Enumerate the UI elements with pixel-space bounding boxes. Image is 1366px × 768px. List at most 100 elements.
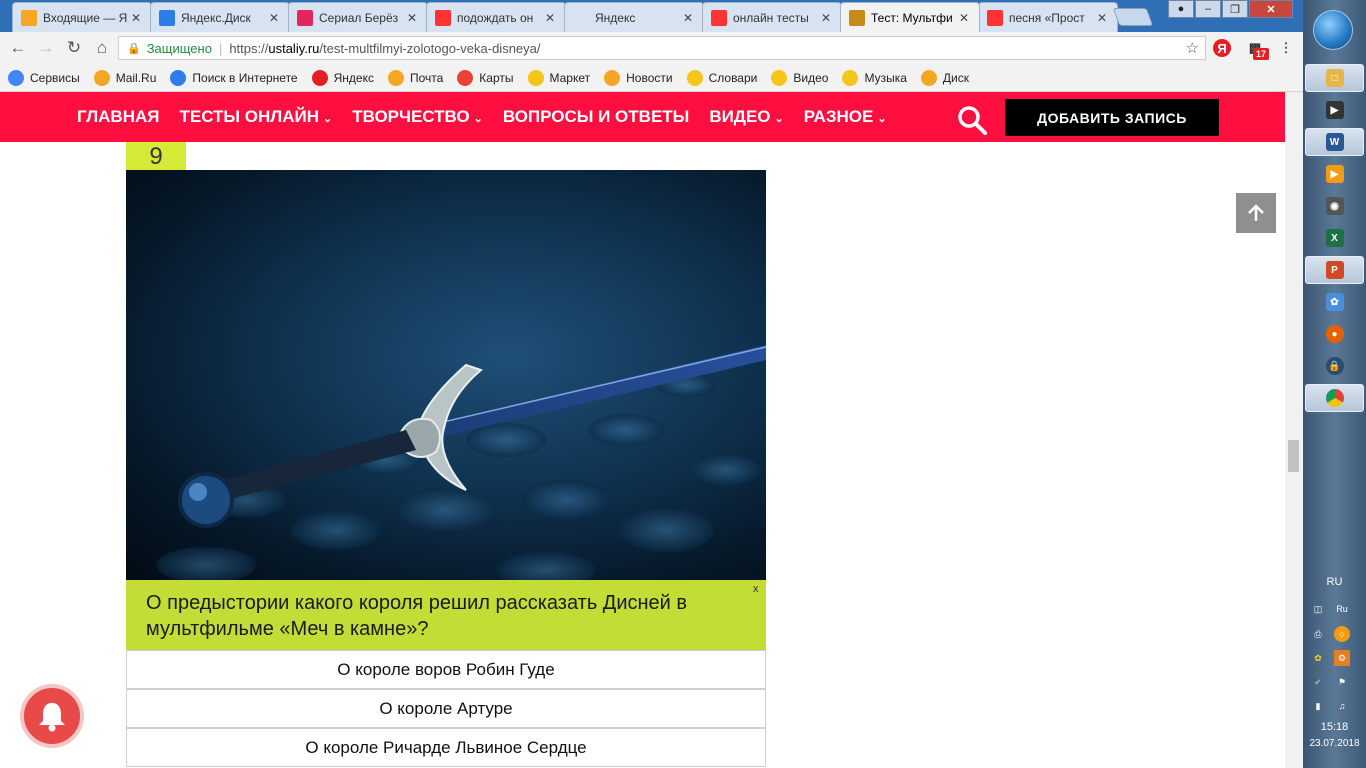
minimize-button[interactable]: – [1195,0,1221,18]
search-icon[interactable] [957,105,987,135]
powerpoint-taskbar-icon[interactable]: P [1305,256,1364,284]
bookmark-item[interactable]: Словари [686,69,757,86]
close-tab-icon[interactable]: ✕ [681,11,695,25]
media-taskbar-icon[interactable]: ▶ [1305,96,1364,124]
bookmark-item[interactable]: Новости [604,69,673,86]
close-tab-icon[interactable]: ✕ [957,11,971,25]
chrome-taskbar-icon[interactable] [1305,384,1364,412]
bookmark-item[interactable]: Почта [387,69,443,86]
google-icon [457,69,474,86]
bookmark-item[interactable]: Музыка [842,69,907,86]
forward-icon[interactable]: → [32,34,60,62]
bookmark-label: Диск [942,70,969,85]
bookmark-item[interactable]: Сервисы [8,69,80,86]
close-tab-icon[interactable]: ✕ [819,11,833,25]
scrollbar-thumb[interactable] [1288,440,1299,472]
bookmark-star-icon[interactable]: ☆ [1186,39,1199,57]
menu-icon[interactable]: ⋮ [1276,39,1296,57]
language-indicator[interactable]: RU [1303,576,1366,588]
nav-item[interactable]: ТЕСТЫ ОНЛАЙН ⌄ [179,107,332,127]
page-scrollbar[interactable] [1285,92,1303,768]
bookmark-item[interactable]: Яндекс [311,69,374,86]
nav-item-label: ГЛАВНАЯ [77,107,160,126]
address-bar[interactable]: 🔒 Защищено | https://ustaliy.ru/test-mul… [118,36,1206,60]
answer-option[interactable]: О короле Ричарде Львиное Сердце [126,728,766,767]
yandex-icon [435,9,451,26]
volume-tray-icon[interactable]: ♫ [1334,698,1350,714]
browser-tab[interactable]: подождать он ✕ [426,2,566,32]
mail-icon [387,69,404,86]
scroll-to-top-button[interactable] [1236,193,1276,233]
close-tab-icon[interactable]: ✕ [543,11,557,25]
bookmark-item[interactable]: Поиск в Интернете [170,69,298,86]
browser-tab[interactable]: Входящие — Я ✕ [12,2,152,32]
mailru-icon [93,69,110,86]
yandex-extension-icon[interactable]: Я [1213,39,1231,57]
gimp-taskbar-icon[interactable]: ◉ [1305,192,1364,220]
word-taskbar-icon[interactable]: W [1305,128,1364,156]
nav-item[interactable]: ВИДЕО ⌄ [709,107,783,127]
explorer-taskbar-icon[interactable]: □ [1305,64,1364,92]
clipboard-tray-icon[interactable]: ◫ [1310,601,1326,617]
antivirus-tray-icon[interactable]: ○ [1334,626,1350,642]
browser-tab[interactable]: Яндекс ✕ [564,2,704,32]
bookmarks-bar: Сервисы Mail.Ru Поиск в Интернете Яндекс Поч… [0,64,1303,92]
close-tab-icon[interactable]: ✕ [1095,11,1109,25]
excel-taskbar-icon[interactable]: X [1305,224,1364,252]
browser-tab[interactable]: онлайн тесты ✕ [702,2,842,32]
music-icon [842,69,859,86]
home-icon[interactable]: ⌂ [88,34,116,62]
browser-tab[interactable]: песня «Прост ✕ [978,2,1118,32]
bookmark-item[interactable]: Видео [771,69,829,86]
close-tab-icon[interactable]: ✕ [405,11,419,25]
browser-tab[interactable]: Сериал Берёз ✕ [288,2,428,32]
printer-tray-icon[interactable]: ⎙ [1310,626,1326,642]
flower-tray-icon[interactable]: ✿ [1310,650,1326,666]
answer-option[interactable]: О короле Артуре [126,689,766,728]
user-icon[interactable]: ● [1168,0,1194,18]
close-question-button[interactable]: x [753,583,759,595]
bookmark-item[interactable]: Маркет [527,69,591,86]
keyboard-layout-tray-icon[interactable]: Ru [1334,601,1350,617]
bookmark-label: Поиск в Интернете [192,70,298,85]
player-taskbar-icon[interactable]: ▶ [1305,160,1364,188]
firefox-taskbar-icon[interactable]: ● [1305,320,1364,348]
paint-taskbar-icon[interactable]: ✿ [1305,288,1364,316]
browser-tab[interactable]: Тест: Мультфи ✕ [840,2,980,32]
clock-time[interactable]: 15:18 [1303,721,1366,733]
reload-icon[interactable]: ↻ [60,34,88,62]
sword-illustration [156,345,766,580]
notification-bell-button[interactable] [20,684,84,748]
browser-toolbar: ← → ↻ ⌂ 🔒 Защищено | https://ustaliy.ru/… [0,32,1303,64]
clock-date[interactable]: 23.07.2018 [1303,738,1366,749]
nav-item[interactable]: ТВОРЧЕСТВО ⌄ [352,107,483,127]
close-window-button[interactable]: ✕ [1249,0,1293,18]
nav-item[interactable]: ВОПРОСЫ И ОТВЕТЫ [503,107,689,127]
close-tab-icon[interactable]: ✕ [267,11,281,25]
bookmark-item[interactable]: Карты [457,69,514,86]
start-button[interactable] [1313,10,1353,50]
secure-label: Защищено [146,40,212,56]
browser-tab[interactable]: Яндекс.Диск ✕ [150,2,290,32]
tool-tray-icon[interactable]: ⚙ [1334,650,1350,666]
bookmark-item[interactable]: Диск [920,69,969,86]
nav-item[interactable]: РАЗНОЕ ⌄ [804,107,887,127]
back-icon[interactable]: ← [4,34,32,62]
flag-tray-icon[interactable]: ⚑ [1334,674,1350,690]
tab-title: онлайн тесты [733,10,809,25]
bookmark-item[interactable]: Mail.Ru [93,69,156,86]
network-tray-icon[interactable]: ▮ [1310,698,1326,714]
nav-item[interactable]: ГЛАВНАЯ [77,107,159,127]
bookmark-label: Маркет [549,70,591,85]
security-tray-icon[interactable]: ✔ [1310,674,1326,690]
bookmark-label: Видео [793,70,829,85]
bookmark-label: Карты [479,70,514,85]
answer-option[interactable]: О короле воров Робин Гуде [126,650,766,689]
disk-icon [159,9,175,26]
new-tab-button[interactable] [1112,8,1154,26]
lock-app-taskbar-icon[interactable]: 🔒 [1305,352,1364,380]
maximize-button[interactable]: ❐ [1222,0,1248,18]
close-tab-icon[interactable]: ✕ [129,11,143,25]
add-post-button[interactable]: ДОБАВИТЬ ЗАПИСЬ [1005,99,1219,136]
tray-row-1: ◫ Ru [1310,601,1350,617]
